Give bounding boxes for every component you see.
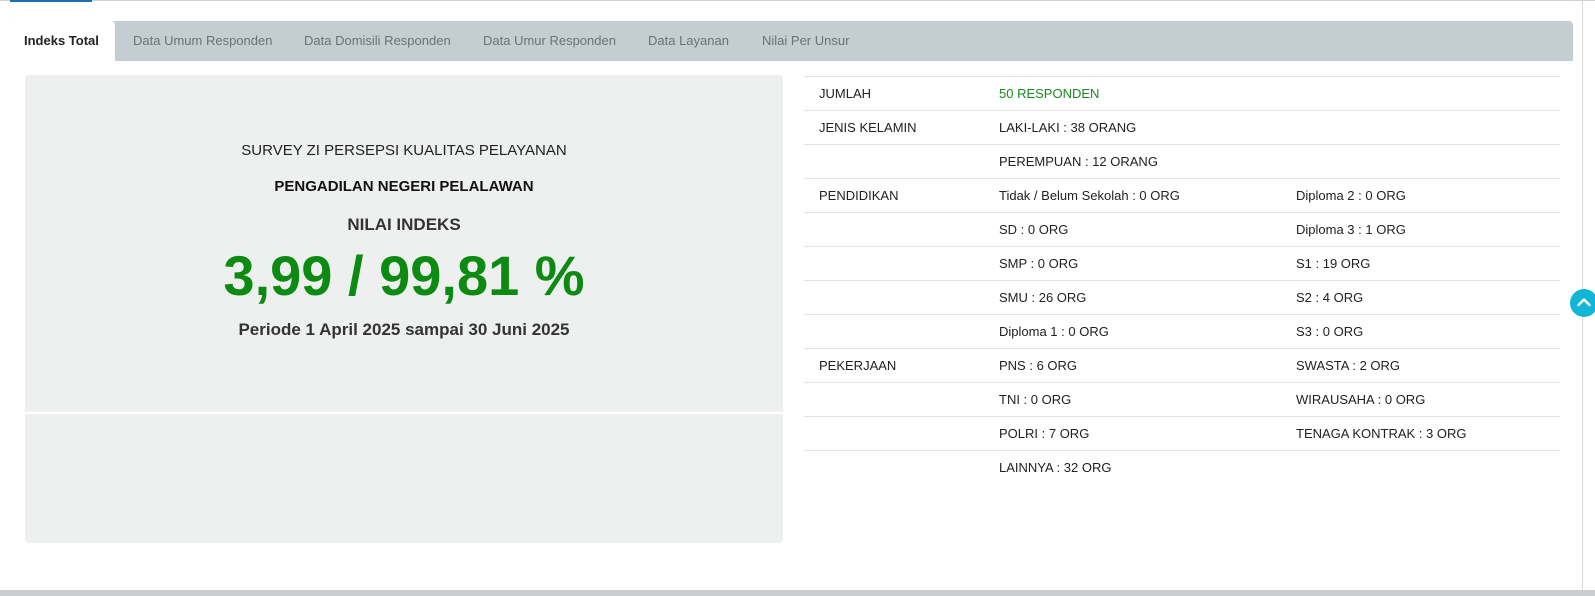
row-value-1: Diploma 1 : 0 ORG [999,324,1109,339]
top-border [0,0,1595,1]
chevron-up-icon [1577,298,1591,307]
page-bottom-bar [0,590,1595,596]
row-value-2: S1 : 19 ORG [1296,256,1371,271]
table-row: TNI : 0 ORG WIRAUSAHA : 0 ORG [804,382,1560,416]
tab-data-umur-responden[interactable]: Data Umur Responden [483,21,616,61]
summary-panel-footer [25,414,783,543]
row-value-2: S2 : 4 ORG [1296,290,1364,305]
table-row: PENDIDIKAN Tidak / Belum Sekolah : 0 ORG… [804,178,1560,212]
row-value-1: Tidak / Belum Sekolah : 0 ORG [999,188,1180,203]
table-row: PEREMPUAN : 12 ORANG [804,144,1560,178]
index-label: NILAI INDEKS [347,215,461,234]
row-value-2: S3 : 0 ORG [1296,324,1364,339]
table-row: JUMLAH 50 RESPONDEN [804,76,1560,110]
index-summary-panel: SURVEY ZI PERSEPSI KUALITAS PELAYANAN PE… [25,75,783,412]
respondent-stats-table: JUMLAH 50 RESPONDEN JENIS KELAMIN LAKI-L… [804,76,1560,484]
row-value-1: SMP : 0 ORG [999,256,1079,271]
row-label: PEKERJAAN [819,358,897,373]
row-value-1: PEREMPUAN : 12 ORANG [999,154,1158,169]
table-row: POLRI : 7 ORG TENAGA KONTRAK : 3 ORG [804,416,1560,450]
row-value-2: Diploma 3 : 1 ORG [1296,222,1406,237]
row-value-2: TENAGA KONTRAK : 3 ORG [1296,426,1467,441]
active-nav-indicator [10,0,92,2]
row-value-1: SMU : 26 ORG [999,290,1087,305]
row-value-1: PNS : 6 ORG [999,358,1078,373]
row-value-1: LAINNYA : 32 ORG [999,460,1112,475]
table-row: JENIS KELAMIN LAKI-LAKI : 38 ORANG [804,110,1560,144]
survey-period: Periode 1 April 2025 sampai 30 Juni 2025 [238,320,570,339]
tab-data-umum-responden[interactable]: Data Umum Responden [133,21,272,61]
row-value-2: WIRAUSAHA : 0 ORG [1296,392,1426,407]
table-row: LAINNYA : 32 ORG [804,450,1560,484]
table-row: SD : 0 ORG Diploma 3 : 1 ORG [804,212,1560,246]
row-value-1: TNI : 0 ORG [999,392,1072,407]
row-label: JUMLAH [819,86,872,101]
table-row: PEKERJAAN PNS : 6 ORG SWASTA : 2 ORG [804,348,1560,382]
row-value-1: LAKI-LAKI : 38 ORANG [999,120,1137,135]
survey-title: SURVEY ZI PERSEPSI KUALITAS PELAYANAN [241,142,567,159]
table-row: SMP : 0 ORG S1 : 19 ORG [804,246,1560,280]
tab-nilai-per-unsur[interactable]: Nilai Per Unsur [762,21,849,61]
respondent-count: 50 RESPONDEN [999,86,1100,101]
row-value-1: SD : 0 ORG [999,222,1069,237]
scroll-to-top-button[interactable] [1570,289,1595,317]
row-value-2: Diploma 2 : 0 ORG [1296,188,1406,203]
tab-bar: Indeks Total Data Umum Responden Data Do… [8,21,1573,61]
row-label: PENDIDIKAN [819,188,899,203]
tab-data-domisili-responden[interactable]: Data Domisili Responden [304,21,451,61]
tab-data-layanan[interactable]: Data Layanan [648,21,729,61]
court-name: PENGADILAN NEGERI PELALAWAN [274,178,534,195]
table-row: Diploma 1 : 0 ORG S3 : 0 ORG [804,314,1560,348]
table-row: SMU : 26 ORG S2 : 4 ORG [804,280,1560,314]
row-label: JENIS KELAMIN [819,120,917,135]
index-value: 3,99 / 99,81 % [223,244,585,307]
row-value-1: POLRI : 7 ORG [999,426,1090,441]
tab-indeks-total[interactable]: Indeks Total [8,21,115,61]
row-value-2: SWASTA : 2 ORG [1296,358,1401,373]
